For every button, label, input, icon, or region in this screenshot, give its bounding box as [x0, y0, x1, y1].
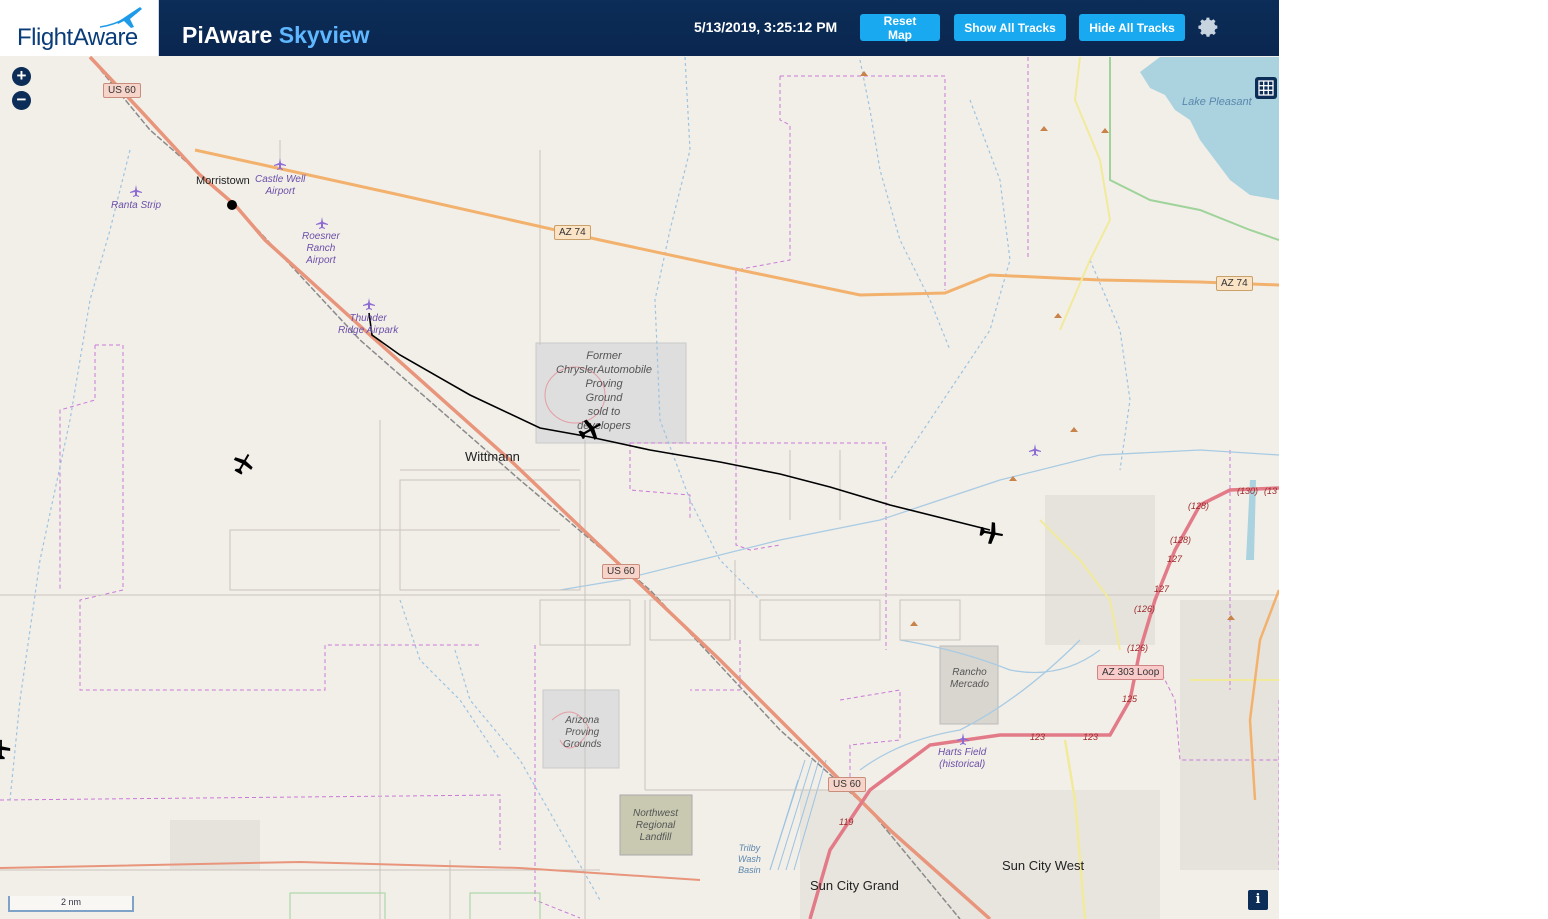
show-all-tracks-button[interactable]: Show All Tracks — [954, 14, 1066, 41]
exit-label: 125 — [1122, 694, 1138, 704]
place-sun-city-grand: Sun City Grand — [810, 878, 899, 893]
airport-plane-icon — [316, 217, 328, 229]
zoom-out-button[interactable]: − — [12, 91, 31, 110]
area-rancho-mercado: Rancho Mercado — [950, 667, 989, 690]
shield-us60: US 60 — [602, 564, 640, 579]
place-morristown: Morristown — [196, 175, 250, 187]
aircraft-marker[interactable] — [978, 520, 1004, 546]
shield-us60: US 60 — [828, 777, 866, 792]
app-title: PiAware Skyview — [182, 22, 370, 49]
exit-label: (128) — [1188, 501, 1210, 511]
layer-switcher-button[interactable] — [1255, 77, 1277, 99]
place-wittmann: Wittmann — [465, 449, 520, 464]
zoom-in-button[interactable]: + — [12, 67, 31, 86]
airport-thunder-ridge: Thunder Ridge Airpark — [338, 313, 399, 336]
exit-label: 127 — [1167, 554, 1183, 564]
water-lake-pleasant: Lake Pleasant — [1182, 96, 1252, 108]
exit-label: (126) — [1127, 643, 1149, 653]
skyview-app: FlightAware PiAware Skyview 5/13/2019, 3… — [0, 0, 1279, 919]
airport-ranta-strip: Ranta Strip — [111, 200, 162, 211]
area-northwest-landfill: Northwest Regional Landfill — [633, 808, 679, 843]
shield-az303-loop: AZ 303 Loop — [1097, 665, 1165, 680]
exit-label: 127 — [1154, 584, 1170, 594]
road-az74 — [194, 148, 1279, 297]
airport-roesner-ranch: Roesner Ranch Airport — [302, 231, 340, 266]
shield-az74: AZ 74 — [554, 225, 591, 240]
clock-display: 5/13/2019, 3:25:12 PM — [694, 19, 838, 35]
airport-plane-icon — [274, 158, 286, 170]
exit-label: (126) — [1134, 604, 1156, 614]
map-base-layer — [0, 56, 1279, 919]
reset-map-button[interactable]: Reset Map — [860, 14, 940, 42]
logo-text: FlightAware — [17, 24, 138, 51]
aircraft-marker[interactable] — [577, 417, 603, 443]
hide-all-tracks-button[interactable]: Hide All Tracks — [1079, 14, 1185, 41]
settings-gear-icon[interactable] — [1196, 15, 1220, 39]
exit-label: 123 — [1083, 732, 1099, 742]
grid-icon — [1258, 80, 1274, 96]
area-arizona-proving-grounds: Arizona Proving Grounds — [563, 715, 602, 750]
airport-plane-icon — [363, 298, 375, 310]
airport-castle-well: Castle Well Airport — [255, 174, 306, 197]
shield-az74: AZ 74 — [1216, 276, 1253, 291]
exit-label: 123 — [1030, 732, 1046, 742]
app-title-main: PiAware — [182, 22, 273, 48]
aircraft-marker[interactable] — [231, 452, 255, 476]
scale-bar: 2 nm — [8, 896, 134, 912]
airport-plane-icon — [957, 733, 969, 745]
airport-plane-icon — [130, 185, 142, 197]
exit-label: (128) — [1170, 535, 1192, 545]
shield-us60: US 60 — [103, 83, 141, 98]
track-start-dot — [227, 200, 237, 210]
map-canvas[interactable]: Morristown Wittmann Sun City Grand Sun C… — [0, 56, 1279, 919]
exit-label: (130) — [1237, 486, 1259, 496]
info-button[interactable]: i — [1248, 890, 1268, 910]
app-title-accent: Skyview — [278, 22, 370, 48]
airport-harts-field: Harts Field (historical) — [938, 747, 987, 770]
header-bar: FlightAware PiAware Skyview 5/13/2019, 3… — [0, 0, 1279, 56]
airport-plane-icon — [1029, 444, 1041, 456]
area-chrysler-proving-ground: Former ChryslerAutomobile Proving Ground… — [556, 350, 652, 432]
aircraft-marker[interactable] — [0, 739, 12, 761]
flightaware-logo[interactable]: FlightAware — [0, 0, 159, 56]
exit-label: 119 — [839, 817, 854, 827]
place-sun-city-west: Sun City West — [1002, 858, 1085, 873]
water-trilby-wash: Trilby Wash Basin — [738, 843, 761, 875]
exit-label: (13 — [1264, 486, 1278, 496]
